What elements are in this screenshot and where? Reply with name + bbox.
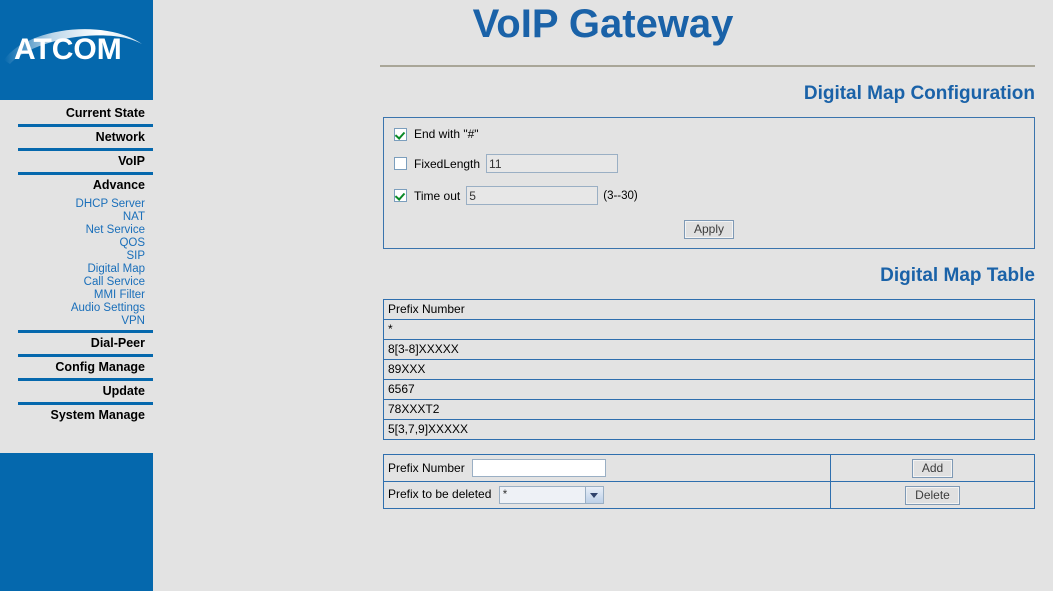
digital-map-config-panel: End with "#" FixedLength Time out (3--30… [383, 117, 1035, 249]
fixed-length-checkbox[interactable] [394, 157, 407, 170]
sidebar-footer-block [0, 453, 153, 591]
table-row[interactable]: 8[3-8]XXXXX [383, 339, 1035, 360]
table-row[interactable]: 78XXXT2 [383, 399, 1035, 420]
sidebar-item-config-manage[interactable]: Config Manage [18, 354, 153, 378]
brand-logo: ATCOM [0, 0, 153, 100]
sidebar-item-dhcp-server[interactable]: DHCP Server [0, 198, 153, 211]
table-section-heading: Digital Map Table [880, 265, 1035, 286]
sidebar-item-audio-settings[interactable]: Audio Settings [0, 302, 153, 315]
prefix-number-label: Prefix Number [388, 461, 465, 475]
sidebar-item-network[interactable]: Network [18, 124, 153, 148]
config-section-heading: Digital Map Configuration [803, 83, 1035, 104]
sidebar-item-qos[interactable]: QOS [0, 237, 153, 250]
time-out-hint: (3--30) [603, 189, 638, 202]
sidebar-item-label: Dial-Peer [90, 336, 145, 350]
sidebar-subitem-label: QOS [119, 237, 145, 249]
sidebar-item-call-service[interactable]: Call Service [0, 276, 153, 289]
add-prefix-row: Prefix Number Add [383, 454, 1035, 482]
sidebar-item-mmi-filter[interactable]: MMI Filter [0, 289, 153, 302]
sidebar-item-label: VoIP [118, 154, 145, 168]
table-row[interactable]: 6567 [383, 379, 1035, 400]
page-title: VoIP Gateway [472, 2, 734, 46]
time-out-input[interactable] [466, 186, 599, 205]
sidebar-item-digital-map[interactable]: Digital Map [0, 263, 153, 276]
table-row[interactable]: 5[3,7,9]XXXXX [383, 419, 1035, 440]
add-prefix-cell: Prefix Number [383, 454, 831, 482]
sidebar-subitem-label: NAT [122, 211, 145, 223]
apply-button[interactable]: Apply [683, 220, 735, 239]
digital-map-table: Prefix Number * 8[3-8]XXXXX 89XXX 6567 7… [383, 299, 1035, 440]
sidebar-subitem-label: Digital Map [87, 263, 145, 275]
table-row[interactable]: 89XXX [383, 359, 1035, 380]
fixed-length-row: FixedLength [394, 154, 1024, 173]
title-divider [380, 65, 1035, 67]
prefix-cell: 5[3,7,9]XXXXX [383, 419, 1035, 440]
table-row[interactable]: * [383, 319, 1035, 340]
sidebar-subitem-label: Call Service [83, 276, 145, 288]
prefix-to-delete-select[interactable]: * [498, 486, 604, 504]
delete-prefix-cell: Prefix to be deleted * [383, 481, 831, 509]
sidebar-subitem-label: DHCP Server [75, 198, 145, 210]
app-window: ATCOM Current State Network VoIP Advance… [0, 0, 1053, 591]
end-with-hash-checkbox[interactable] [394, 127, 407, 141]
brand-name: ATCOM [14, 33, 122, 66]
sidebar-subitem-label: SIP [126, 250, 145, 262]
apply-row: Apply [394, 218, 1024, 239]
time-out-checkbox[interactable] [394, 189, 407, 202]
sidebar-item-system-manage[interactable]: System Manage [18, 402, 153, 426]
add-button-cell: Add [830, 454, 1035, 482]
sidebar-item-label: Config Manage [55, 360, 145, 374]
prefix-to-delete-select-wrap: * [498, 486, 604, 504]
prefix-cell: 8[3-8]XXXXX [383, 339, 1035, 360]
column-header-prefix-number: Prefix Number [383, 299, 1035, 320]
prefix-cell: 78XXXT2 [383, 399, 1035, 420]
delete-button-cell: Delete [830, 481, 1035, 509]
prefix-number-input[interactable] [472, 459, 607, 477]
sidebar-item-label: Update [102, 384, 145, 398]
sidebar-item-voip[interactable]: VoIP [18, 148, 153, 172]
time-out-row: Time out (3--30) [394, 186, 1024, 205]
sidebar-item-label: Network [95, 130, 145, 144]
prefix-cell: * [383, 319, 1035, 340]
time-out-label: Time out [414, 188, 461, 203]
sidebar-item-nat[interactable]: NAT [0, 211, 153, 224]
sidebar-item-sip[interactable]: SIP [0, 250, 153, 263]
sidebar-item-net-service[interactable]: Net Service [0, 224, 153, 237]
add-button[interactable]: Add [911, 458, 954, 478]
sidebar-subitem-label: VPN [121, 315, 145, 327]
sidebar-item-label: Advance [92, 178, 145, 192]
sidebar-subitem-label: MMI Filter [93, 289, 145, 301]
fixed-length-input[interactable] [486, 154, 619, 173]
delete-prefix-row: Prefix to be deleted * Delete [383, 481, 1035, 509]
end-with-hash-row: End with "#" [394, 127, 1024, 141]
sidebar-item-vpn[interactable]: VPN [0, 315, 153, 328]
delete-button[interactable]: Delete [905, 485, 960, 505]
prefix-actions-table: Prefix Number Add Prefix to be deleted * [383, 454, 1035, 509]
sidebar-item-current-state[interactable]: Current State [18, 100, 153, 124]
prefix-cell: 6567 [383, 379, 1035, 400]
table-header-row: Prefix Number [383, 299, 1035, 320]
sidebar-subitem-label: Net Service [85, 224, 145, 236]
fixed-length-label: FixedLength [414, 156, 481, 171]
sidebar: ATCOM Current State Network VoIP Advance… [0, 0, 153, 591]
main-content: VoIP Gateway Digital Map Configuration E… [153, 0, 1053, 591]
sidebar-item-label: System Manage [50, 408, 145, 422]
prefix-to-delete-label: Prefix to be deleted [388, 487, 492, 502]
sidebar-item-advance[interactable]: Advance [18, 172, 153, 196]
prefix-cell: 89XXX [383, 359, 1035, 380]
sidebar-item-dial-peer[interactable]: Dial-Peer [18, 330, 153, 354]
sidebar-submenu-advance: DHCP Server NAT Net Service QOS SIP Digi… [0, 196, 153, 330]
end-with-hash-label: End with "#" [414, 127, 479, 141]
sidebar-item-update[interactable]: Update [18, 378, 153, 402]
sidebar-item-label: Current State [65, 106, 145, 120]
sidebar-nav: Current State Network VoIP Advance DHCP … [0, 100, 153, 426]
sidebar-subitem-label: Audio Settings [70, 302, 145, 314]
